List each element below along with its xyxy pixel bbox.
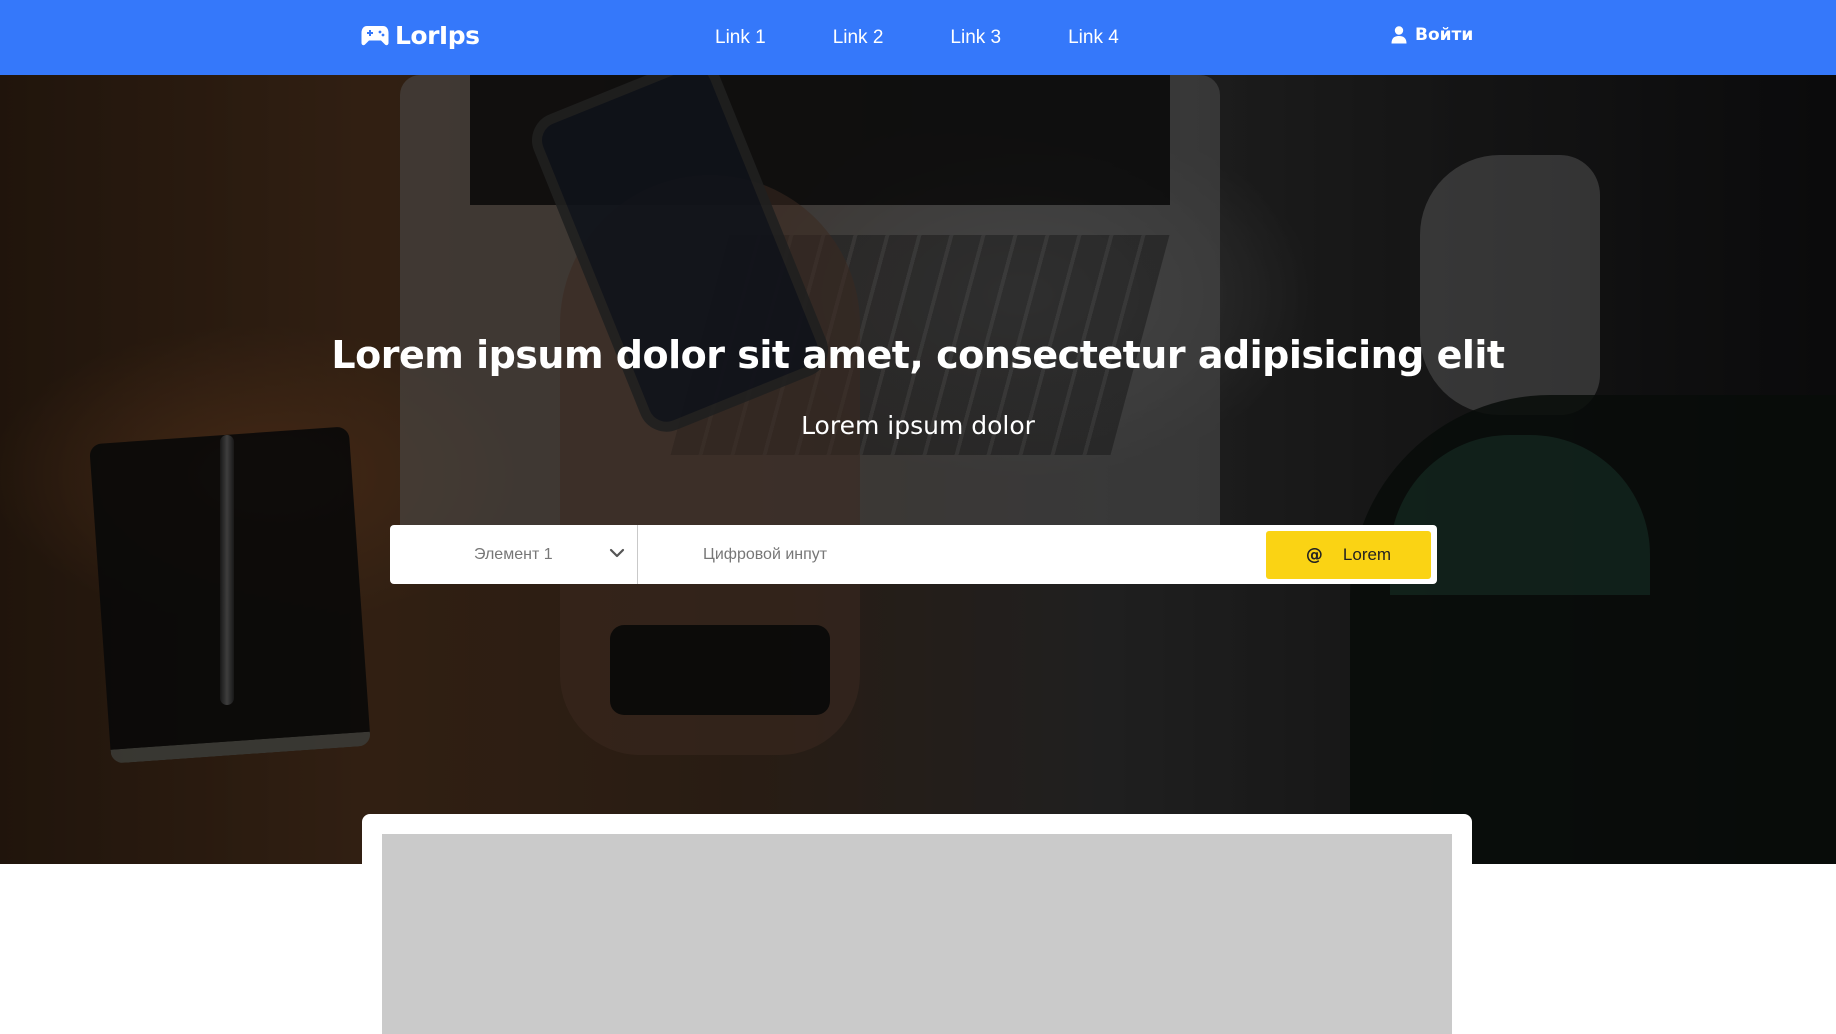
brand-name: LorIps [395,20,480,50]
element-select[interactable]: Элемент 1 [390,525,638,584]
at-icon: @ [1305,544,1323,565]
hero-dark-overlay [0,75,1836,864]
lorem-submit-button[interactable]: @ Lorem [1266,530,1431,579]
card-image-placeholder [382,834,1452,1034]
hero-subtitle: Lorem ipsum dolor [801,411,1035,440]
digital-input[interactable] [638,525,1266,584]
nav-link-2[interactable]: Link 2 [833,27,884,49]
brand-logo[interactable]: LorIps [361,17,480,53]
element-select-value: Элемент 1 [474,546,553,563]
nav-link-4[interactable]: Link 4 [1068,27,1119,49]
nav-link-3[interactable]: Link 3 [950,27,1001,49]
gamepad-icon [361,26,389,46]
hero-title: Lorem ipsum dolor sit amet, consectetur … [331,333,1505,377]
main-nav: Link 1 Link 2 Link 3 Link 4 [715,0,1119,75]
lorem-submit-label: Lorem [1342,544,1392,564]
nav-link-1[interactable]: Link 1 [715,27,766,49]
chevron-down-icon [609,548,625,558]
login-button[interactable]: Войти [1391,0,1473,70]
login-label: Войти [1415,25,1474,45]
user-icon [1391,26,1407,44]
search-form: Элемент 1 @ Lorem [390,525,1437,584]
navbar: LorIps Link 1 Link 2 Link 3 Link 4 Войти [0,0,1836,75]
content-card [362,814,1472,1034]
hero-section: Lorem ipsum dolor sit amet, consectetur … [0,75,1836,864]
